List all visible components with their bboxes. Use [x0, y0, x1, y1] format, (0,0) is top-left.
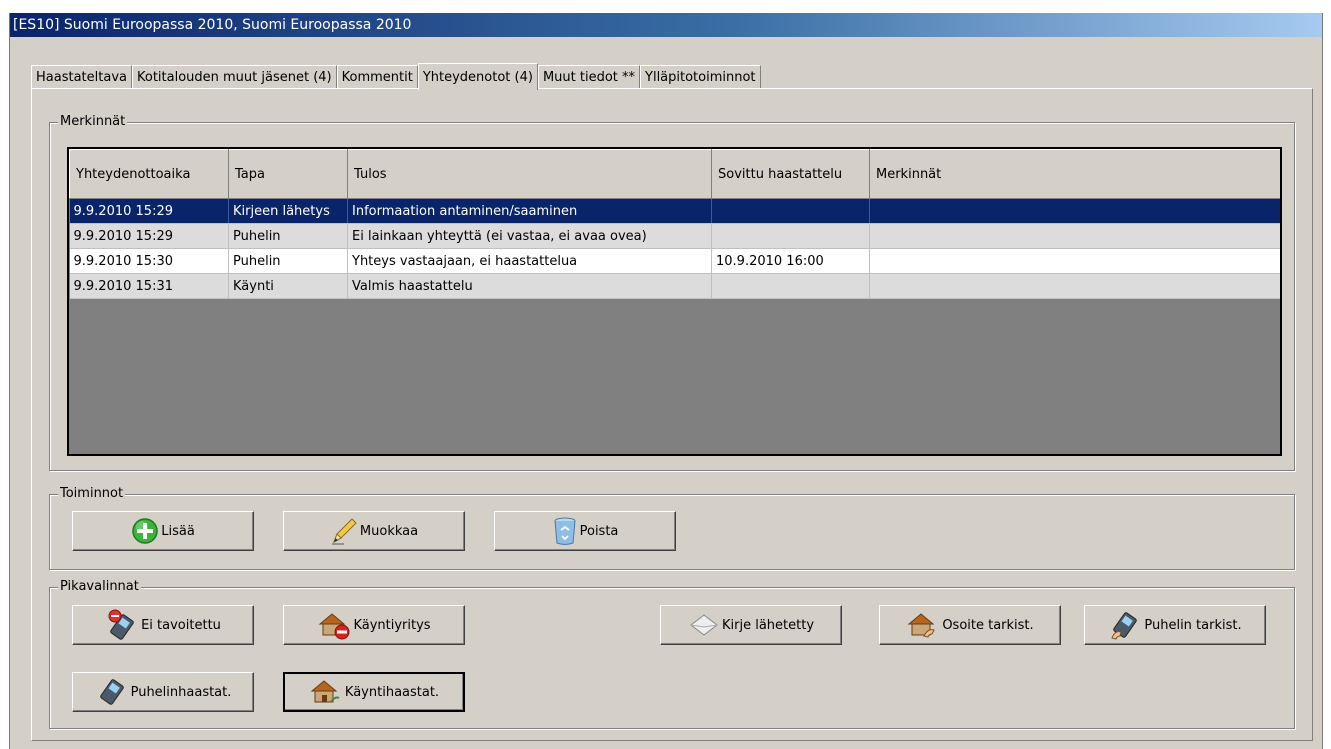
pencil-icon — [330, 516, 358, 546]
column-header-tulos[interactable]: Tulos — [347, 149, 712, 199]
address-check-label: Osoite tarkist. — [942, 617, 1034, 633]
letter-sent-label: Kirje lähetetty — [721, 617, 815, 633]
table-cell: Informaation antaminen/saaminen — [347, 198, 712, 224]
mobile-phone-icon — [95, 675, 129, 709]
contacts-grid: Yhteydenottoaika Tapa Tulos Sovittu haas… — [67, 147, 1282, 456]
tab-panel: Merkinnät Yhteydenottoaika Tapa Tulos So… — [31, 88, 1313, 741]
house-forbidden-icon — [317, 610, 351, 640]
phone-check-label: Puhelin tarkist. — [1144, 617, 1242, 633]
column-header-merkinnat[interactable]: Merkinnät — [869, 149, 1280, 199]
table-cell — [711, 273, 870, 299]
table-cell: Yhteys vastaajaan, ei haastattelua — [347, 248, 712, 274]
table-cell: 9.9.2010 15:30 — [69, 248, 229, 274]
table-cell — [711, 198, 870, 224]
visit-interview-label: Käyntihaastat. — [344, 684, 440, 700]
not-reached-button[interactable]: Ei tavoitettu — [72, 605, 254, 645]
toiminnot-group: Toiminnot Lisää Muokkaa Poista — [49, 486, 1295, 570]
table-cell — [869, 273, 1280, 299]
table-cell — [869, 248, 1280, 274]
table-cell: Puhelin — [228, 223, 348, 249]
table-cell: 10.9.2010 16:00 — [711, 248, 870, 274]
phone-interview-label: Puhelinhaastat. — [130, 684, 232, 700]
window-title: [ES10] Suomi Euroopassa 2010, Suomi Euro… — [10, 13, 1322, 37]
table-row[interactable]: 9.9.2010 15:31 Käynti Valmis haastattelu — [69, 273, 1280, 299]
tab-yhteydenotot[interactable]: Yhteydenotot (4) — [417, 63, 538, 90]
merkinnat-group: Merkinnät Yhteydenottoaika Tapa Tulos So… — [49, 114, 1295, 471]
not-reached-label: Ei tavoitettu — [141, 617, 221, 633]
phone-interview-button[interactable]: Puhelinhaastat. — [72, 672, 254, 712]
table-cell: Valmis haastattelu — [347, 273, 712, 299]
tab-yllapitotoiminnot[interactable]: Ylläpitotoiminnot — [640, 65, 761, 89]
letter-sent-button[interactable]: Kirje lähetetty — [660, 605, 842, 645]
column-header-sovittu-haastattelu[interactable]: Sovittu haastattelu — [711, 149, 870, 199]
phone-check-icon — [1108, 608, 1142, 642]
delete-button-label: Poista — [579, 523, 619, 539]
column-header-tapa[interactable]: Tapa — [228, 149, 348, 199]
tab-kommentit[interactable]: Kommentit — [336, 65, 418, 89]
table-row[interactable]: 9.9.2010 15:29 Kirjeen lähetys Informaat… — [69, 198, 1280, 224]
tab-kotitalouden-muut-jasenet[interactable]: Kotitalouden muut jäsenet (4) — [131, 65, 337, 89]
house-check-icon — [906, 610, 940, 640]
envelope-icon — [688, 611, 720, 639]
pikavalinnat-legend: Pikavalinnat — [58, 579, 141, 595]
table-header-row: Yhteydenottoaika Tapa Tulos Sovittu haas… — [69, 149, 1280, 199]
tab-bar: Haastateltava Kotitalouden muut jäsenet … — [31, 62, 761, 90]
pikavalinnat-group: Pikavalinnat Ei tavoitettu Käyntiyritys … — [49, 579, 1295, 729]
add-button-label: Lisää — [161, 523, 195, 539]
visit-attempt-label: Käyntiyritys — [353, 617, 431, 633]
table-row[interactable]: 9.9.2010 15:30 Puhelin Yhteys vastaajaan… — [69, 248, 1280, 274]
table-cell — [869, 198, 1280, 224]
house-icon — [309, 677, 343, 707]
address-check-button[interactable]: Osoite tarkist. — [879, 605, 1061, 645]
table-cell: Puhelin — [228, 248, 348, 274]
phone-check-button[interactable]: Puhelin tarkist. — [1084, 605, 1266, 645]
table-cell: 9.9.2010 15:29 — [69, 223, 229, 249]
contacts-table: Yhteydenottoaika Tapa Tulos Sovittu haas… — [69, 149, 1280, 299]
table-cell — [711, 223, 870, 249]
toiminnot-legend: Toiminnot — [58, 486, 126, 502]
table-cell: Käynti — [228, 273, 348, 299]
table-cell: 9.9.2010 15:29 — [69, 198, 229, 224]
visit-attempt-button[interactable]: Käyntiyritys — [283, 605, 465, 645]
phone-not-reached-icon — [105, 608, 139, 642]
delete-button[interactable]: Poista — [494, 511, 676, 551]
edit-button[interactable]: Muokkaa — [283, 511, 465, 551]
add-icon — [131, 517, 159, 545]
visit-interview-button[interactable]: Käyntihaastat. — [283, 672, 465, 712]
table-row[interactable]: 9.9.2010 15:29 Puhelin Ei lainkaan yhtey… — [69, 223, 1280, 249]
add-button[interactable]: Lisää — [72, 511, 254, 551]
table-cell: Ei lainkaan yhteyttä (ei vastaa, ei avaa… — [347, 223, 712, 249]
main-window: [ES10] Suomi Euroopassa 2010, Suomi Euro… — [9, 13, 1323, 749]
merkinnat-legend: Merkinnät — [58, 114, 128, 130]
tab-haastateltava[interactable]: Haastateltava — [31, 65, 132, 89]
tab-muut-tiedot[interactable]: Muut tiedot ** — [537, 65, 641, 89]
table-cell — [869, 223, 1280, 249]
table-cell: 9.9.2010 15:31 — [69, 273, 229, 299]
column-header-yhteydenottoaika[interactable]: Yhteydenottoaika — [69, 149, 229, 199]
edit-button-label: Muokkaa — [359, 523, 419, 539]
table-cell: Kirjeen lähetys — [228, 198, 348, 224]
recycle-bin-icon — [552, 516, 578, 546]
